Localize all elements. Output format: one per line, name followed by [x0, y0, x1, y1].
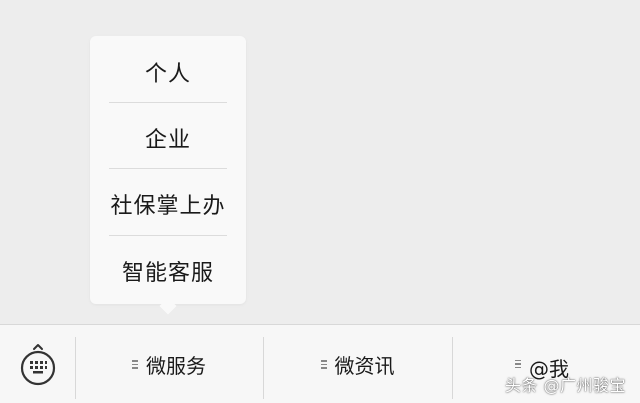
keyboard-toggle-button[interactable]: [0, 325, 75, 403]
tab-micro-service[interactable]: 微服务: [76, 325, 262, 403]
watermark-text: 头条 @广州骏宝: [504, 376, 626, 395]
menu-divider: [109, 102, 227, 103]
tab-label: 微服务: [146, 354, 206, 378]
menu-lines-icon: [132, 359, 138, 371]
menu-item-enterprise[interactable]: 企业: [90, 105, 246, 171]
menu-divider: [109, 168, 227, 169]
tab-label: 微资讯: [334, 354, 395, 378]
menu-item-social-security[interactable]: 社保掌上办: [90, 171, 246, 237]
keyboard-icon: [20, 343, 55, 385]
menu-item-personal[interactable]: 个人: [90, 39, 246, 105]
menu-lines-icon: [320, 359, 327, 371]
menu-divider: [109, 235, 227, 236]
tab-micro-news[interactable]: 微资讯: [264, 325, 451, 403]
submenu-popup: 个人 企业 社保掌上办 智能客服: [90, 36, 246, 304]
menu-item-smart-service[interactable]: 智能客服: [90, 238, 246, 304]
wechat-service-screen: 个人 企业 社保掌上办 智能客服 微服务 微资讯 @我 头条 @广州骏宝: [0, 0, 640, 403]
menu-lines-icon: [515, 358, 521, 370]
